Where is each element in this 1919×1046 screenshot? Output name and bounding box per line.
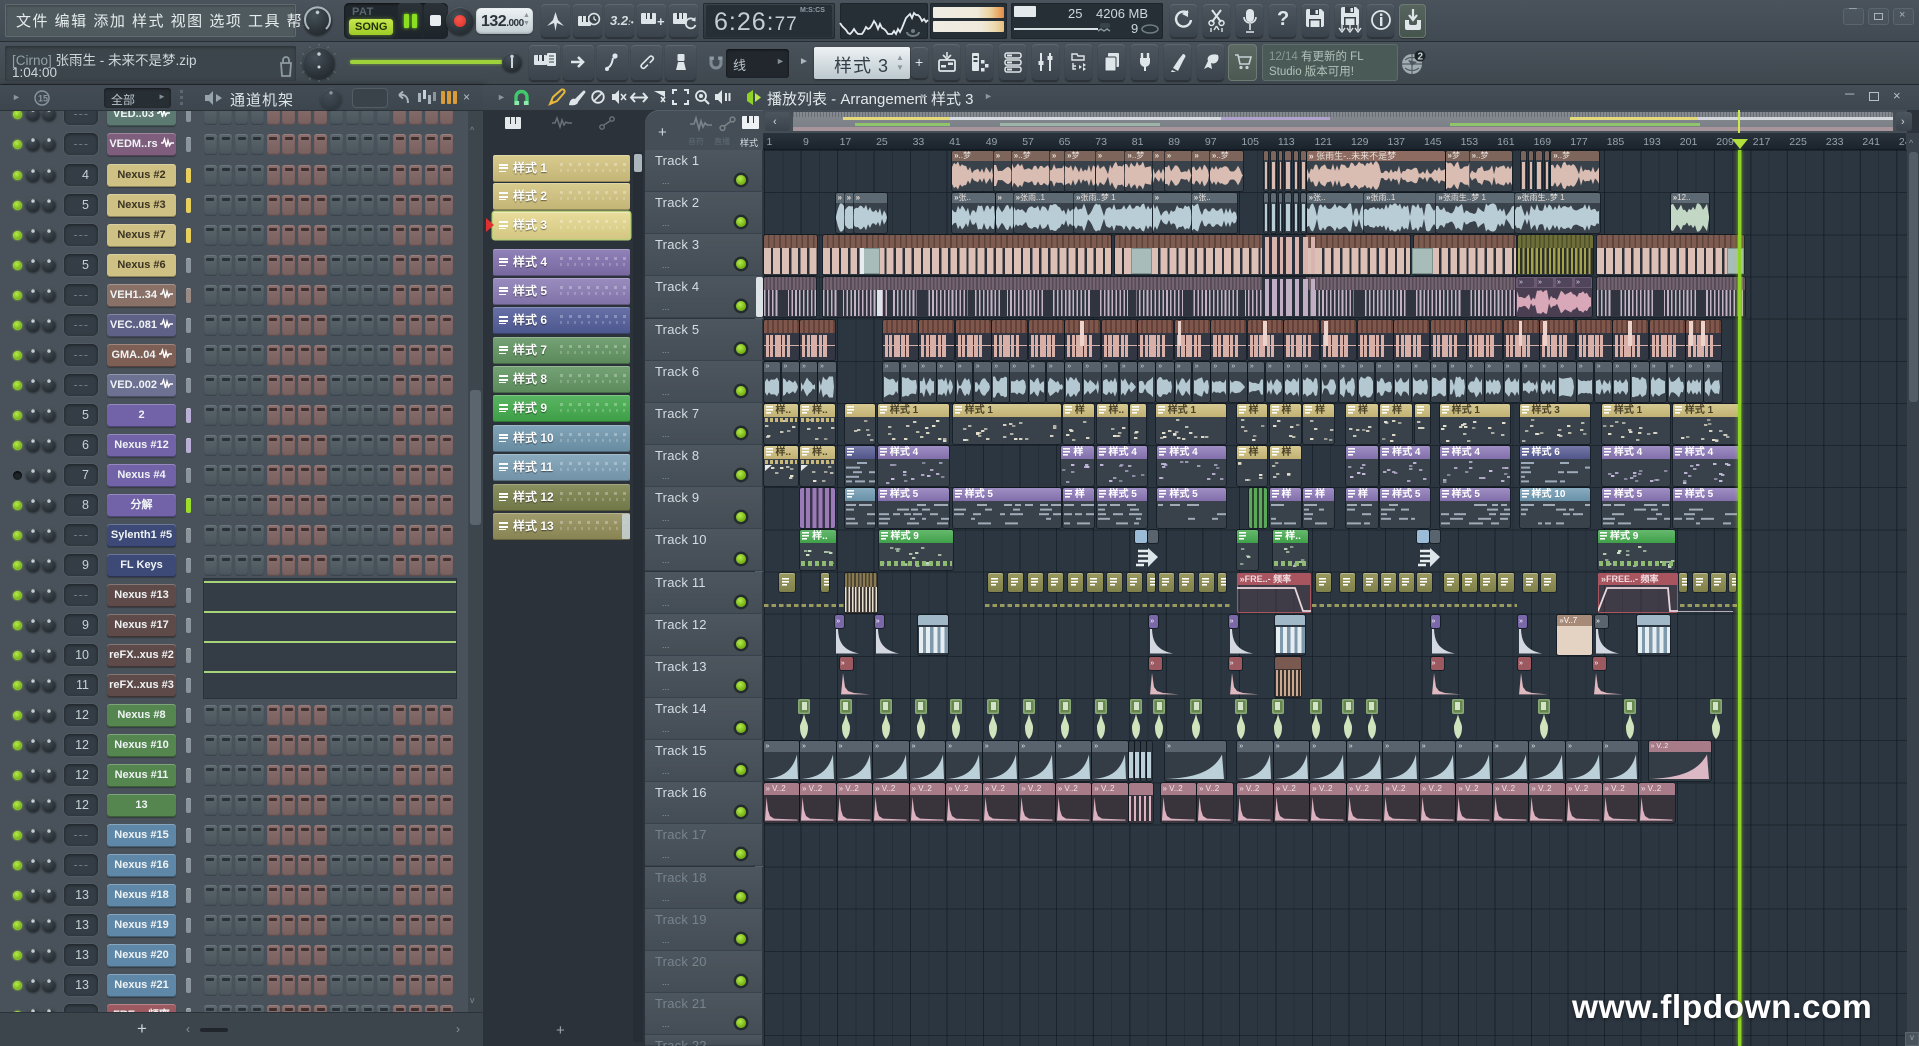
svg-text:15: 15 [38,94,48,104]
svg-text:2: 2 [1418,52,1424,63]
